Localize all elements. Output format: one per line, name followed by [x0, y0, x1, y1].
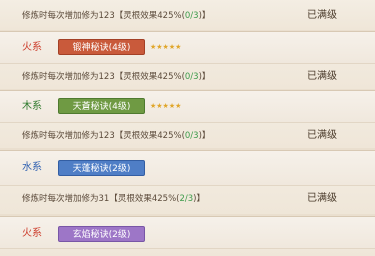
technique-name-tag[interactable]: 玄焰秘诀(2级)	[58, 226, 145, 242]
progress-fraction: 0/3	[184, 131, 199, 141]
element-label: 火系	[22, 228, 42, 239]
technique-effect: 修炼时每次增加修为123【灵根效果425%(0/3)】	[22, 11, 211, 21]
technique-row[interactable]: 火系 锻神秘诀(4级) ★★★★★ 修炼时每次增加修为123【灵根效果425%(…	[0, 31, 375, 89]
bonus-text: 灵根效果425%	[123, 72, 182, 82]
level-status: 已满级	[307, 10, 337, 21]
technique-row[interactable]: 木系 天蒼秘诀(4级) ★★★★★ 修炼时每次增加修为123【灵根效果425%(…	[0, 90, 375, 148]
bonus-text: 灵根效果425%	[123, 11, 182, 21]
progress-fraction: 2/3	[179, 194, 194, 204]
element-label: 水系	[22, 162, 42, 173]
bonus-text: 灵根效果425%	[117, 194, 177, 204]
effect-text: 修炼时每次增加修为123	[22, 72, 115, 82]
technique-header: 水系 天蓬秘诀(2级)	[0, 151, 375, 186]
progress-fraction: 0/3	[184, 72, 199, 82]
effect-text: 修炼时每次增加修为31	[22, 194, 110, 204]
effect-text: 修炼时每次增加修为123	[22, 131, 115, 141]
technique-effect: 修炼时每次增加修为123【灵根效果425%(0/3)】	[22, 131, 211, 141]
technique-row: 修炼时每次增加修为123【灵根效果425%(0/3)】 已满级	[0, 0, 375, 30]
level-status: 已满级	[307, 193, 337, 204]
technique-header: 火系 锻神秘诀(4级) ★★★★★	[0, 32, 375, 64]
cultivation-technique-list: 修炼时每次增加修为123【灵根效果425%(0/3)】 已满级 火系 锻神秘诀(…	[0, 0, 375, 256]
element-label: 火系	[22, 42, 42, 53]
technique-effect: 修炼时每次增加修为123【灵根效果425%(0/3)】	[22, 72, 211, 82]
technique-name-tag[interactable]: 天蓬秘诀(2级)	[58, 160, 145, 176]
star-rating: ★★★★★	[150, 43, 182, 51]
technique-header: 火系 玄焰秘诀(2级)	[0, 217, 375, 249]
technique-row[interactable]: 水系 天蓬秘诀(2级) 修炼时每次增加修为31【灵根效果425%(2/3)】 已…	[0, 150, 375, 214]
element-label: 木系	[22, 101, 42, 112]
bonus-text: 灵根效果425%	[123, 131, 182, 141]
level-status: 已满级	[307, 130, 337, 141]
technique-name-tag[interactable]: 天蒼秘诀(4级)	[58, 98, 145, 114]
technique-row[interactable]: 火系 玄焰秘诀(2级)	[0, 216, 375, 256]
technique-header: 木系 天蒼秘诀(4级) ★★★★★	[0, 91, 375, 123]
effect-text: 修炼时每次增加修为123	[22, 11, 115, 21]
progress-fraction: 0/3	[184, 11, 199, 21]
technique-effect: 修炼时每次增加修为31【灵根效果425%(2/3)】	[22, 194, 205, 204]
technique-name-tag[interactable]: 锻神秘诀(4级)	[58, 39, 145, 55]
star-rating: ★★★★★	[150, 102, 182, 110]
level-status: 已满级	[307, 71, 337, 82]
